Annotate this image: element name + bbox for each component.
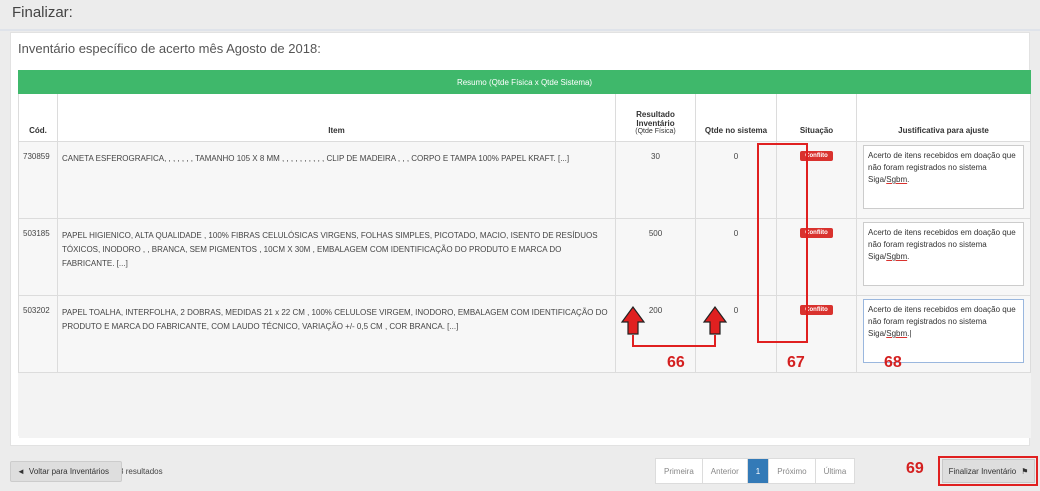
cell-item: PAPEL HIGIENICO, ALTA QUALIDADE , 100% F… bbox=[57, 218, 616, 296]
justification-text-system: Sgbm bbox=[886, 329, 908, 338]
table-row: 730859 CANETA ESFEROGRAFICA, , , , , , ,… bbox=[18, 141, 1032, 219]
annotation-66: 66 bbox=[667, 354, 685, 371]
column-header-cod: Cód. bbox=[18, 93, 58, 142]
justification-text-end: . bbox=[907, 175, 910, 184]
column-header-item: Item bbox=[57, 93, 616, 142]
page-last-button[interactable]: Última bbox=[816, 459, 855, 483]
cell-justificativa: Acerto de itens recebidos em doação que … bbox=[855, 218, 1032, 296]
annotation-69: 69 bbox=[906, 460, 924, 477]
inventory-panel: Inventário específico de acerto mês Agos… bbox=[10, 32, 1032, 484]
cell-item: PAPEL TOALHA, INTERFOLHA, 2 DOBRAS, MEDI… bbox=[57, 295, 616, 373]
column-header-resultado-line2: Inventário bbox=[636, 119, 675, 128]
cell-resultado: 500 bbox=[615, 218, 696, 296]
column-header-situacao: Situação bbox=[776, 93, 857, 142]
cell-item: CANETA ESFEROGRAFICA, , , , , , , TAMANH… bbox=[57, 141, 616, 219]
annotation-finish-box bbox=[938, 456, 1038, 486]
summary-table-container: Resumo (Qtde Física x Qtde Sistema) Cód.… bbox=[17, 70, 1032, 484]
page-first-button[interactable]: Primeira bbox=[656, 459, 703, 483]
summary-table: Resumo (Qtde Física x Qtde Sistema) Cód.… bbox=[17, 70, 1032, 438]
cell-cod: 503202 bbox=[18, 295, 58, 373]
annotation-68: 68 bbox=[884, 354, 902, 371]
pagination: Primeira Anterior 1 Próximo Última bbox=[655, 458, 856, 484]
cell-cod: 730859 bbox=[18, 141, 58, 219]
cell-justificativa: Acerto de itens recebidos em doação que … bbox=[855, 141, 1032, 219]
back-to-inventories-button[interactable]: ◄ Voltar para Inventários bbox=[10, 461, 122, 482]
page-prev-button[interactable]: Anterior bbox=[703, 459, 748, 483]
table-footer bbox=[18, 372, 1031, 438]
annotation-situacao-box bbox=[757, 143, 808, 343]
justification-text-system: Sgbm bbox=[886, 252, 908, 261]
panel-subtitle: Inventário específico de acerto mês Agos… bbox=[18, 41, 321, 56]
justification-textarea[interactable]: Acerto de itens recebidos em doação que … bbox=[863, 222, 1025, 286]
back-button-label: Voltar para Inventários bbox=[28, 467, 109, 476]
title-divider bbox=[0, 29, 1040, 31]
column-header-qtde-sistema: Qtde no sistema bbox=[695, 93, 777, 142]
annotation-67: 67 bbox=[787, 354, 805, 371]
column-header-resultado: Resultado Inventário (Qtde Física) bbox=[615, 93, 696, 142]
cell-justificativa: Acerto de itens recebidos em doação que … bbox=[855, 295, 1032, 373]
page-title: Finalizar: bbox=[12, 4, 73, 21]
arrow-left-icon: ◄ bbox=[17, 467, 25, 476]
justification-text-end: .| bbox=[907, 329, 912, 338]
justification-text-system: Sgbm bbox=[886, 175, 908, 184]
cell-resultado: 30 bbox=[615, 141, 696, 219]
justification-text-end: . bbox=[907, 252, 910, 261]
cell-cod: 503185 bbox=[18, 218, 58, 296]
table-row: 503202 PAPEL TOALHA, INTERFOLHA, 2 DOBRA… bbox=[18, 295, 1032, 373]
page-current-button[interactable]: 1 bbox=[747, 459, 770, 483]
column-header-justificativa: Justificativa para ajuste bbox=[855, 93, 1032, 142]
table-row: 503185 PAPEL HIGIENICO, ALTA QUALIDADE ,… bbox=[18, 218, 1032, 296]
summary-header: Resumo (Qtde Física x Qtde Sistema) bbox=[17, 70, 1032, 94]
column-header-resultado-sub: (Qtde Física) bbox=[635, 128, 676, 135]
column-header-resultado-line1: Resultado bbox=[636, 110, 675, 119]
justification-textarea[interactable]: Acerto de itens recebidos em doação que … bbox=[863, 145, 1025, 209]
page-next-button[interactable]: Próximo bbox=[769, 459, 816, 483]
